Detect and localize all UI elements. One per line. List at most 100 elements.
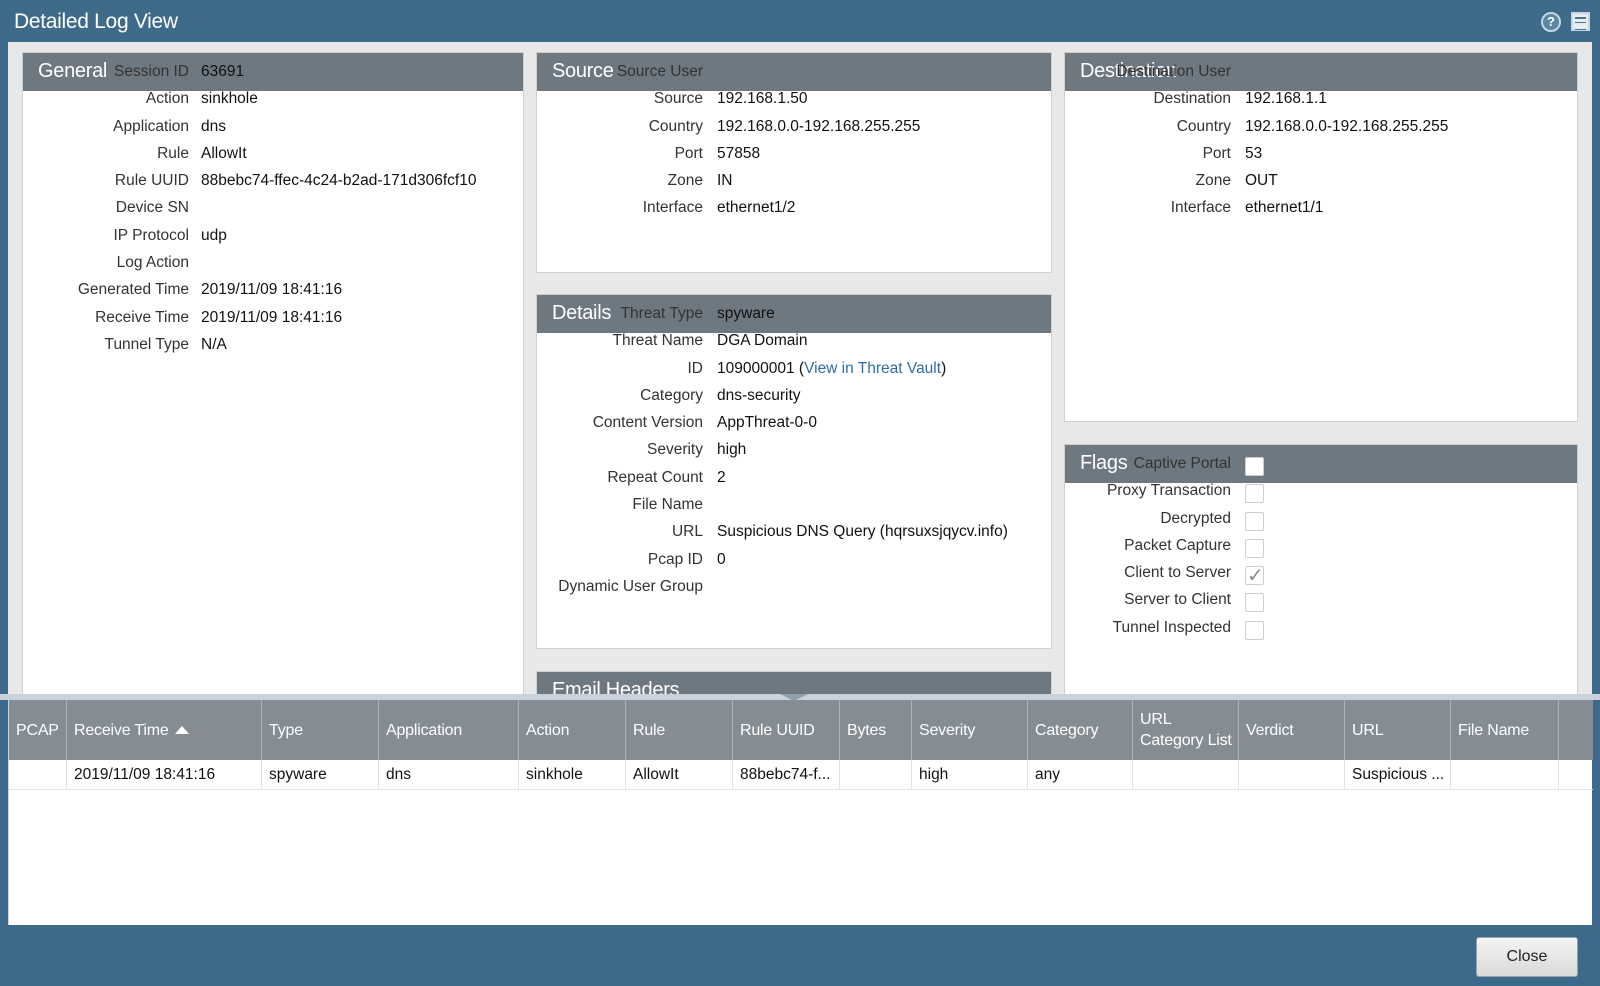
- column-header-label: Verdict: [1246, 721, 1294, 739]
- flag-checkbox-decrypted[interactable]: [1245, 511, 1264, 531]
- flag-row-tunnel-inspected: Tunnel Inspected: [1065, 619, 1577, 646]
- field-row-file-name: File Name: [537, 496, 1051, 523]
- field-label: Port: [1202, 144, 1231, 162]
- column-header-rule-uuid[interactable]: Rule UUID: [733, 700, 840, 760]
- field-value-text: 2: [717, 468, 726, 486]
- field-label: Rule UUID: [114, 172, 189, 190]
- field-row-application: Application dns: [23, 118, 523, 145]
- flag-checkbox-captive-portal[interactable]: [1245, 457, 1264, 476]
- flag-checkbox-tunnel-inspected[interactable]: [1245, 620, 1264, 640]
- field-row-port: Port 53: [1065, 145, 1577, 172]
- field-value: 2019/11/09 18:41:16: [201, 281, 342, 299]
- field-value-text: 53: [1245, 144, 1263, 162]
- field-value-text: dns-security: [717, 386, 801, 404]
- column-header-label: Type: [269, 721, 303, 739]
- column-header-receive-time[interactable]: Receive Time: [67, 700, 262, 760]
- field-row-content-version: Content Version AppThreat-0-0: [537, 414, 1051, 441]
- threat-vault-link[interactable]: View in Threat Vault: [804, 360, 941, 377]
- field-label: Threat Type: [620, 305, 703, 322]
- flag-label: Tunnel Inspected: [1112, 618, 1231, 636]
- flag-row-packet-capture: Packet Capture: [1065, 537, 1577, 564]
- field-value-text: Suspicious DNS Query (hqrsuxsjqycv.info): [717, 523, 1008, 541]
- column-header-url[interactable]: URL: [1345, 700, 1451, 760]
- column-header-label: URL: [1352, 721, 1384, 739]
- field-label: File Name: [632, 496, 703, 514]
- field-value-text: sinkhole: [201, 90, 258, 108]
- column-header-label: Rule: [633, 721, 666, 739]
- field-value: ethernet1/2: [717, 199, 795, 217]
- field-row-ip-protocol: IP Protocol udp: [23, 227, 523, 254]
- sort-ascending-icon: [174, 726, 189, 734]
- field-row-action: Action sinkhole: [23, 90, 523, 117]
- email-headers-panel-header[interactable]: Email Headers: [537, 672, 1051, 696]
- field-value: dns: [201, 118, 226, 136]
- related-logs-table: PCAP Receive Time Type Application Action Rul…: [8, 700, 1593, 925]
- column-header-label: Receive Time: [74, 721, 169, 739]
- flag-label: Decrypted: [1160, 509, 1231, 527]
- field-value-text: udp: [201, 226, 227, 244]
- field-row-receive-time: Receive Time 2019/11/09 18:41:16: [23, 309, 523, 336]
- cell-verdict: [1239, 760, 1345, 790]
- column-header-url-category-list[interactable]: URL Category List: [1133, 700, 1239, 760]
- field-value-text: ethernet1/1: [1245, 199, 1324, 217]
- field-label: Tunnel Type: [104, 335, 189, 353]
- field-label: Application: [113, 117, 189, 135]
- flags-fields: Captive Portal Proxy Transaction Decrypted…: [1065, 455, 1577, 646]
- maximize-icon[interactable]: [1571, 12, 1590, 31]
- column-header-rule[interactable]: Rule: [626, 700, 733, 760]
- field-value-text: 88bebc74-ffec-4c24-b2ad-171d306fcf10: [201, 172, 477, 190]
- field-row-threat-type: Threat Type spyware: [537, 305, 1051, 332]
- cell-receive-time: 2019/11/09 18:41:16: [67, 760, 262, 790]
- field-value: 0: [717, 551, 726, 569]
- field-value: dns-security: [717, 387, 801, 405]
- column-header-label: PCAP: [16, 721, 59, 739]
- cell-rule-uuid: 88bebc74-f...: [733, 760, 840, 790]
- field-value: udp: [201, 227, 227, 245]
- field-value: 192.168.1.1: [1245, 90, 1327, 108]
- close-button[interactable]: Close: [1476, 937, 1578, 977]
- field-label: Threat Name: [612, 332, 703, 350]
- field-value: 88bebc74-ffec-4c24-b2ad-171d306fcf10: [201, 172, 476, 190]
- field-value-text: 192.168.1.1: [1245, 90, 1327, 108]
- column-header-label: Rule UUID: [740, 721, 815, 739]
- field-label: Category: [640, 386, 703, 404]
- field-row-tunnel-type: Tunnel Type N/A: [23, 336, 523, 363]
- help-icon[interactable]: ?: [1541, 12, 1561, 32]
- flag-checkbox-client-to-server[interactable]: [1245, 563, 1264, 587]
- field-value: 53: [1245, 145, 1262, 163]
- flags-panel: Flags Captive Portal Proxy Transaction Dec…: [1064, 444, 1578, 696]
- field-value: sinkhole: [201, 90, 258, 108]
- flag-checkbox-proxy-transaction[interactable]: [1245, 484, 1264, 504]
- field-label: Interface: [1170, 199, 1231, 217]
- column-header-pcap[interactable]: PCAP: [9, 700, 67, 760]
- column-header-category[interactable]: Category: [1028, 700, 1133, 760]
- flag-checkbox-packet-capture[interactable]: [1245, 538, 1264, 558]
- field-value: 2019/11/09 18:41:16: [201, 309, 342, 327]
- field-row-interface: Interface ethernet1/2: [537, 199, 1051, 226]
- field-label: Source: [653, 90, 703, 108]
- column-header-application[interactable]: Application: [379, 700, 519, 760]
- field-row-port: Port 57858: [537, 145, 1051, 172]
- flag-checkbox-server-to-client[interactable]: [1245, 593, 1264, 613]
- field-value-text: 192.168.0.0-192.168.255.255: [717, 117, 921, 135]
- column-header-action[interactable]: Action: [519, 700, 626, 760]
- column-header-bytes[interactable]: Bytes: [840, 700, 912, 760]
- table-row[interactable]: 2019/11/09 18:41:16 spyware dns sinkhole All…: [9, 760, 1593, 790]
- column-header-type[interactable]: Type: [262, 700, 379, 760]
- column-header-file-name[interactable]: File Name: [1451, 700, 1559, 760]
- field-label: URL: [671, 523, 703, 541]
- cell-bytes: [840, 760, 912, 790]
- field-row-source: Source 192.168.1.50: [537, 90, 1051, 117]
- column-header-severity[interactable]: Severity: [912, 700, 1028, 760]
- field-value-text: OUT: [1245, 172, 1278, 190]
- field-value: AllowIt: [201, 145, 247, 163]
- field-value-text: ethernet1/2: [717, 199, 796, 217]
- cell-category: any: [1028, 760, 1133, 790]
- table-header: PCAP Receive Time Type Application Action Rul…: [9, 700, 1593, 760]
- field-row-destination-user: Destination User: [1065, 63, 1577, 90]
- column-header-verdict[interactable]: Verdict: [1239, 700, 1345, 760]
- field-row-dynamic-user-group: Dynamic User Group: [537, 578, 1051, 605]
- field-value: 2: [717, 469, 726, 487]
- field-value: ethernet1/1: [1245, 199, 1323, 217]
- field-label: Device SN: [115, 199, 189, 217]
